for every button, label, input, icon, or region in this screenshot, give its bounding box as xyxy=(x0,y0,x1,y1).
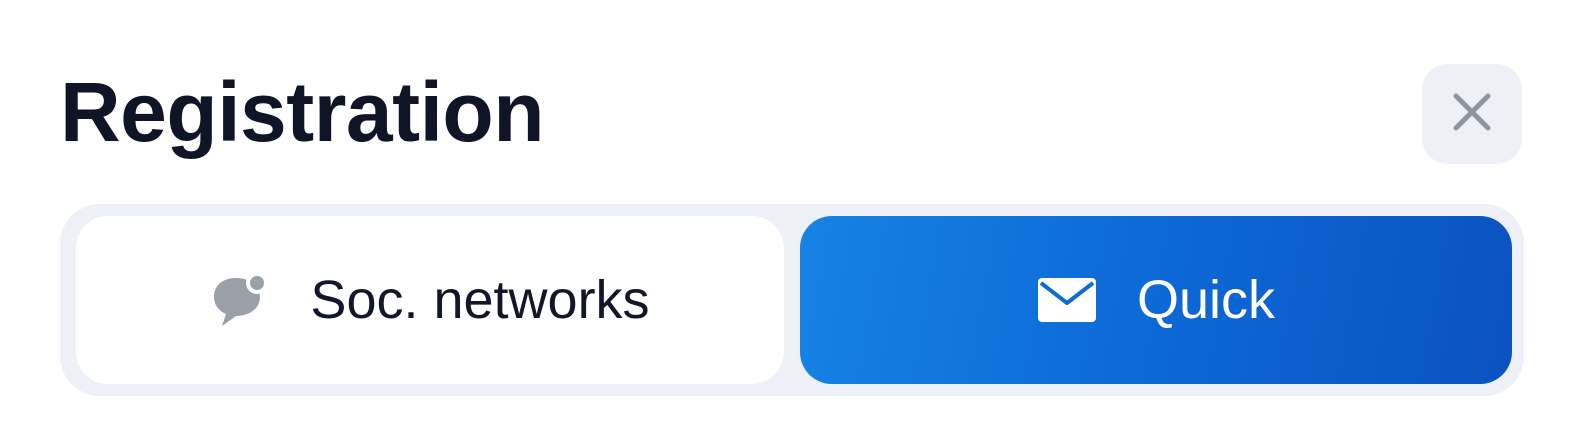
dialog-title: Registration xyxy=(60,65,545,159)
envelope-icon xyxy=(1037,277,1097,323)
close-button[interactable] xyxy=(1422,64,1522,164)
registration-method-switch: Soc. networks Quick xyxy=(60,204,1524,396)
close-icon xyxy=(1450,90,1494,139)
tab-social-networks[interactable]: Soc. networks xyxy=(76,216,784,384)
tab-quick[interactable]: Quick xyxy=(800,216,1512,384)
chat-bubble-icon xyxy=(210,270,270,330)
tab-quick-label: Quick xyxy=(1136,270,1276,330)
tab-social-networks-label: Soc. networks xyxy=(310,270,650,330)
